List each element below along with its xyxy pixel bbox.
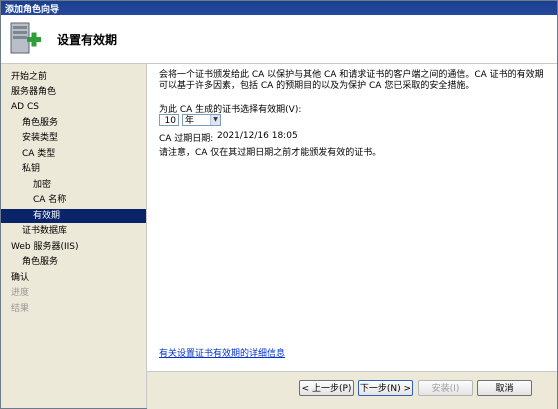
step-progress: 进度 bbox=[11, 288, 30, 298]
page-title: 设置有效期 bbox=[57, 33, 118, 47]
step-setup-type[interactable]: 安装类型 bbox=[1, 131, 167, 145]
more-info-link[interactable]: 有关设置证书有效期的详细信息 bbox=[159, 346, 285, 359]
window-title: 添加角色向导 bbox=[5, 5, 60, 15]
step-iis-role-services[interactable]: 角色服务 bbox=[1, 255, 167, 269]
step-before-you-begin[interactable]: 开始之前 bbox=[1, 70, 156, 84]
step-server-roles[interactable]: 服务器角色 bbox=[1, 85, 156, 99]
title-bar[interactable]: 添加角色向导 bbox=[1, 1, 557, 15]
step-certificate-database[interactable]: 证书数据库 bbox=[1, 224, 167, 238]
step-ca-type[interactable]: CA 类型 bbox=[1, 147, 167, 161]
step-confirmation[interactable]: 确认 bbox=[1, 271, 156, 285]
server-add-icon bbox=[10, 22, 41, 54]
step-private-key[interactable]: 私钥 bbox=[1, 162, 167, 176]
validity-period-input[interactable]: 10 bbox=[159, 114, 179, 126]
wizard-footer: < 上一步(P) 下一步(N) > 安装(I) 取消 bbox=[147, 371, 557, 409]
back-button[interactable]: < 上一步(P) bbox=[299, 380, 354, 396]
install-button: 安装(I) bbox=[418, 380, 473, 396]
step-ad-cs[interactable]: AD CS bbox=[1, 100, 156, 114]
cancel-button[interactable]: 取消 bbox=[477, 380, 532, 396]
expiry-date-value: 2021/12/16 18:05 bbox=[217, 131, 298, 141]
step-role-services[interactable]: 角色服务 bbox=[1, 116, 167, 130]
description-text: 会将一个证书颁发给此 CA 以保护与其他 CA 和请求证书的客户端之间的通信。C… bbox=[159, 70, 544, 91]
validity-period-label: 为此 CA 生成的证书选择有效期(V): bbox=[159, 105, 302, 115]
validity-unit-value: 年 bbox=[185, 116, 195, 126]
step-results: 结果 bbox=[11, 304, 30, 314]
content-panel: 会将一个证书颁发给此 CA 以保护与其他 CA 和请求证书的客户端之间的通信。C… bbox=[147, 64, 557, 371]
expiry-date-label: CA 过期日期: bbox=[159, 134, 214, 144]
validity-unit-select[interactable]: 年 ▼ bbox=[182, 114, 221, 126]
validity-note: 请注意，CA 仅在其过期日期之前才能颁发有效的证书。 bbox=[159, 148, 382, 158]
wizard-window: 添加角色向导 设置有效期 开始之前 服务器角色 AD CS 角色服务 安装类型 … bbox=[0, 0, 558, 409]
wizard-steps-sidebar: 开始之前 服务器角色 AD CS 角色服务 安装类型 CA 类型 私钥 加密 C… bbox=[1, 64, 147, 408]
step-validity-period[interactable]: 有效期 bbox=[1, 209, 146, 223]
step-web-server-iis[interactable]: Web 服务器(IIS) bbox=[1, 240, 156, 254]
chevron-down-icon[interactable]: ▼ bbox=[210, 115, 220, 125]
next-button[interactable]: 下一步(N) > bbox=[358, 380, 413, 396]
wizard-banner: 设置有效期 bbox=[1, 15, 557, 64]
